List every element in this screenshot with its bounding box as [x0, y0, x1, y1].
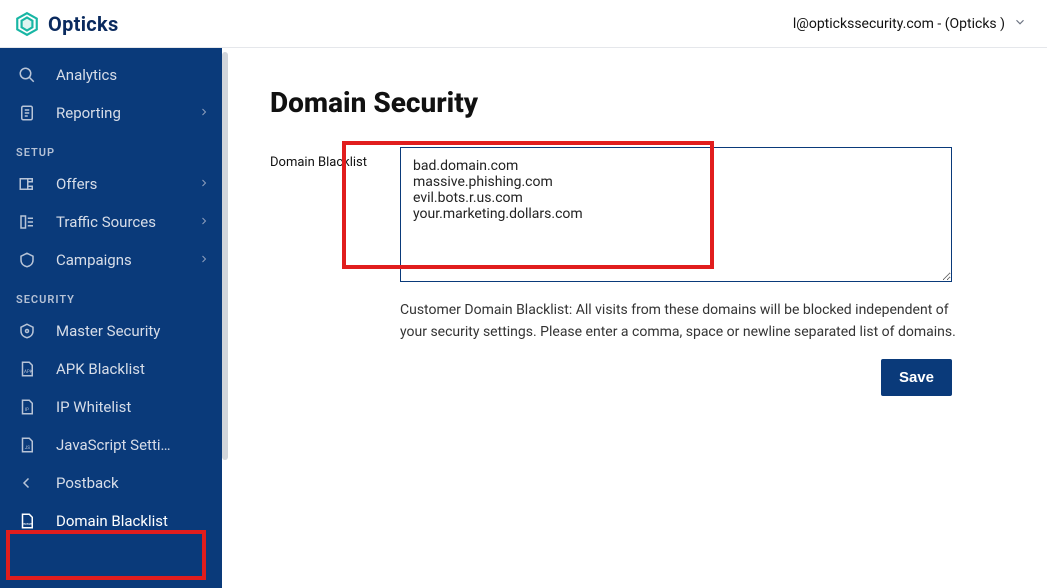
- field-label: Domain Blacklist: [270, 147, 380, 170]
- sidebar-scrollbar[interactable]: [222, 52, 228, 460]
- sidebar-item-label: JavaScript Setti…: [56, 436, 171, 454]
- sidebar-item-campaigns[interactable]: Campaigns: [0, 241, 222, 279]
- brand-name: Opticks: [48, 12, 119, 36]
- sidebar: Analytics Reporting SETUP Offers Traffic…: [0, 48, 222, 588]
- chevron-right-icon: [198, 104, 210, 122]
- helper-text: Customer Domain Blacklist: All visits fr…: [400, 300, 960, 343]
- topbar: Opticks l@optickssecurity.com - (Opticks…: [0, 0, 1047, 48]
- sidebar-item-label: Analytics: [56, 66, 117, 84]
- page-title: Domain Security: [270, 86, 1019, 119]
- sidebar-item-label: APK Blacklist: [56, 360, 145, 378]
- sidebar-item-reporting[interactable]: Reporting: [0, 94, 222, 132]
- sidebar-item-label: Traffic Sources: [56, 213, 156, 231]
- brand: Opticks: [14, 11, 119, 37]
- shield-icon: [16, 322, 38, 340]
- svg-text:JS: JS: [25, 445, 30, 451]
- sidebar-item-ip-whitelist[interactable]: IP IP Whitelist: [0, 388, 222, 426]
- save-button[interactable]: Save: [881, 359, 952, 396]
- brand-logo-icon: [14, 11, 40, 37]
- chevron-right-icon: [198, 251, 210, 269]
- domain-icon: www: [16, 512, 38, 530]
- sidebar-item-label: Offers: [56, 175, 97, 193]
- sidebar-item-label: Master Security: [56, 322, 160, 340]
- postback-icon: [16, 474, 38, 492]
- sidebar-item-offers[interactable]: Offers: [0, 165, 222, 203]
- ip-icon: IP: [16, 398, 38, 416]
- main-content: Domain Security Domain Blacklist Custome…: [222, 48, 1047, 588]
- offers-icon: [16, 175, 38, 193]
- js-icon: JS: [16, 436, 38, 454]
- account-label: l@optickssecurity.com - (Opticks ): [793, 16, 1005, 32]
- sidebar-item-label: Postback: [56, 474, 119, 492]
- form-actions: Save: [400, 359, 952, 396]
- traffic-sources-icon: [16, 213, 38, 231]
- svg-text:www: www: [23, 522, 32, 526]
- sidebar-section-setup: SETUP: [0, 132, 222, 165]
- apk-icon: APK: [16, 360, 38, 378]
- account-dropdown[interactable]: l@optickssecurity.com - (Opticks ): [793, 15, 1027, 33]
- sidebar-item-javascript-settings[interactable]: JS JavaScript Setti…: [0, 426, 222, 464]
- chevron-right-icon: [198, 175, 210, 193]
- campaigns-icon: [16, 251, 38, 269]
- analytics-icon: [16, 66, 38, 84]
- sidebar-item-label: IP Whitelist: [56, 398, 131, 416]
- domain-blacklist-row: Domain Blacklist Customer Domain Blackli…: [270, 147, 1019, 396]
- chevron-down-icon: [1013, 15, 1027, 33]
- domain-blacklist-textarea[interactable]: [400, 147, 952, 282]
- sidebar-item-domain-blacklist[interactable]: www Domain Blacklist: [0, 502, 222, 540]
- sidebar-section-security: SECURITY: [0, 279, 222, 312]
- sidebar-item-label: Domain Blacklist: [56, 512, 168, 530]
- svg-text:IP: IP: [25, 407, 29, 413]
- field-body: Customer Domain Blacklist: All visits fr…: [400, 147, 1019, 396]
- sidebar-item-analytics[interactable]: Analytics: [0, 56, 222, 94]
- chevron-right-icon: [198, 213, 210, 231]
- sidebar-item-label: Campaigns: [56, 251, 132, 269]
- sidebar-item-traffic-sources[interactable]: Traffic Sources: [0, 203, 222, 241]
- svg-text:APK: APK: [24, 369, 33, 375]
- sidebar-item-apk-blacklist[interactable]: APK APK Blacklist: [0, 350, 222, 388]
- sidebar-item-label: Reporting: [56, 104, 121, 122]
- reporting-icon: [16, 104, 38, 122]
- sidebar-item-postback[interactable]: Postback: [0, 464, 222, 502]
- sidebar-item-master-security[interactable]: Master Security: [0, 312, 222, 350]
